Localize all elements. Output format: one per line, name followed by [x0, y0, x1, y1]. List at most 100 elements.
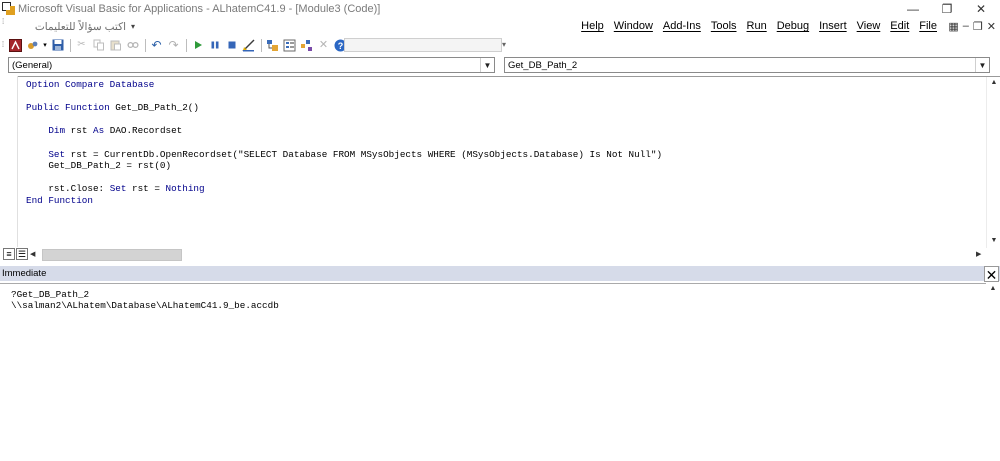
code-line[interactable]: Set rst = CurrentDb.OpenRecordset("SELEC…: [26, 149, 662, 161]
code-text: rst = CurrentDb.OpenRecordset("SELECT Da…: [65, 148, 663, 160]
cut-icon[interactable]: ✂: [74, 38, 89, 53]
immediate-line: \\salman2\ALhatem\Database\ALhatemC41.9_…: [11, 300, 279, 311]
object-browser-icon[interactable]: [299, 38, 314, 53]
break-icon[interactable]: [207, 38, 222, 53]
code-line[interactable]: Get_DB_Path_2 = rst(0): [26, 160, 662, 172]
code-line[interactable]: Dim rst As DAO.Recordset: [26, 125, 662, 137]
toolbar-separator: [261, 38, 262, 52]
procedure-combo-value: Get_DB_Path_2: [508, 59, 578, 71]
margin-indicator-bar[interactable]: [6, 76, 18, 247]
procedure-view-button[interactable]: ≡: [3, 248, 15, 260]
run-icon[interactable]: [190, 38, 205, 53]
scroll-right-icon[interactable]: ▶: [976, 249, 986, 261]
restore-icon: ❐: [941, 2, 953, 16]
code-text: rst =: [126, 183, 166, 195]
design-mode-icon[interactable]: [241, 38, 256, 53]
menu-add-ins[interactable]: Add-Ins: [658, 20, 706, 32]
insert-module-icon[interactable]: [25, 38, 40, 53]
close-icon: ✕: [975, 2, 987, 16]
project-explorer-icon[interactable]: [265, 38, 280, 53]
view-buttons: ≡ ☰: [3, 248, 31, 260]
chevron-down-icon[interactable]: ▾: [42, 38, 48, 53]
code-keyword: End Function: [26, 194, 93, 206]
scroll-up-icon[interactable]: ▲: [988, 284, 998, 294]
close-button[interactable]: ✕: [964, 0, 998, 18]
scroll-down-icon[interactable]: ▼: [989, 236, 999, 246]
code-text: rst.Close:: [26, 183, 110, 195]
menu-insert[interactable]: Insert: [814, 20, 852, 32]
toolbar-options-icon[interactable]: ▾: [502, 40, 510, 54]
svg-text:?: ?: [338, 41, 344, 51]
mdi-controls: ▦ – ❐ ✕: [948, 20, 996, 33]
code-window-icon[interactable]: ▦: [948, 20, 958, 33]
code-vertical-scrollbar[interactable]: ▲ ▼: [986, 77, 1000, 248]
code-horizontal-scrollbar[interactable]: ◀ ▶: [30, 249, 986, 261]
code-keyword: Set: [109, 183, 127, 195]
object-combo-value: (General): [12, 59, 53, 71]
chevron-down-icon[interactable]: ▾: [128, 22, 138, 31]
copy-icon[interactable]: [91, 38, 106, 53]
full-module-view-button[interactable]: ☰: [16, 248, 28, 260]
toolbar-separator: [70, 38, 71, 52]
help-question-box[interactable]: ⁞ اكتب سؤالاً للتعليمات ▾: [2, 18, 138, 34]
code-text: DAO.Recordset: [104, 125, 183, 137]
immediate-vertical-scrollbar[interactable]: ▲: [986, 283, 1000, 461]
code-keyword: Dim: [48, 125, 66, 137]
code-editor[interactable]: Option Compare Database Public Function …: [26, 79, 662, 207]
menu-edit[interactable]: Edit: [885, 20, 914, 32]
code-line[interactable]: [26, 137, 662, 149]
chevron-down-icon[interactable]: ▼: [975, 58, 989, 72]
scroll-up-icon[interactable]: ▲: [989, 78, 999, 88]
scroll-left-icon[interactable]: ◀: [30, 249, 40, 261]
menu-run[interactable]: Run: [742, 20, 772, 32]
reset-icon[interactable]: [224, 38, 239, 53]
mdi-restore-button[interactable]: ❐: [973, 20, 983, 33]
properties-icon[interactable]: [282, 38, 297, 53]
immediate-close-button[interactable]: ✕: [984, 266, 999, 283]
menu-view[interactable]: View: [852, 20, 886, 32]
immediate-line: ?Get_DB_Path_2: [11, 289, 90, 300]
code-line[interactable]: [26, 91, 662, 103]
code-line[interactable]: Option Compare Database: [26, 79, 662, 91]
toolbar-grip-icon: ⁞: [1, 40, 5, 49]
access-icon[interactable]: [8, 38, 23, 53]
menu-debug[interactable]: Debug: [772, 20, 814, 32]
immediate-window-header[interactable]: Immediate: [0, 266, 1000, 281]
save-icon[interactable]: [50, 38, 65, 53]
mdi-close-button[interactable]: ✕: [987, 20, 996, 33]
mdi-minimize-button[interactable]: –: [963, 20, 969, 33]
chevron-down-icon[interactable]: ▼: [480, 58, 494, 72]
code-line[interactable]: rst.Close: Set rst = Nothing: [26, 183, 662, 195]
undo-icon[interactable]: ↶: [149, 38, 164, 53]
code-line[interactable]: [26, 114, 662, 126]
find-icon[interactable]: [125, 38, 140, 53]
title-bar: Microsoft Visual Basic for Applications …: [0, 0, 1000, 18]
minimize-icon: —: [907, 2, 919, 16]
help-question-input[interactable]: اكتب سؤالاً للتعليمات: [8, 21, 128, 33]
code-keyword: Set: [48, 148, 66, 160]
restore-button[interactable]: ❐: [930, 0, 964, 18]
menu-tools[interactable]: Tools: [706, 20, 742, 32]
object-combo[interactable]: (General) ▼: [8, 57, 495, 73]
redo-icon[interactable]: ↷: [166, 38, 181, 53]
menu-file[interactable]: File: [914, 20, 942, 32]
code-line[interactable]: Public Function Get_DB_Path_2(): [26, 102, 662, 114]
code-line[interactable]: [26, 172, 662, 184]
menu-items: Help Window Add-Ins Tools Run Debug Inse…: [576, 20, 942, 32]
code-text: Get_DB_Path_2(): [109, 102, 199, 114]
code-keyword: Public Function: [26, 102, 110, 114]
immediate-window-text[interactable]: ?Get_DB_Path_2 \\salman2\ALhatem\Database…: [11, 289, 279, 311]
menu-help[interactable]: Help: [576, 20, 609, 32]
minimize-button[interactable]: —: [896, 0, 930, 18]
toolbox-icon[interactable]: ✕: [316, 38, 331, 53]
procedure-combo[interactable]: Get_DB_Path_2 ▼: [504, 57, 990, 73]
code-line[interactable]: End Function: [26, 195, 662, 207]
toolbar-location-field: [344, 38, 502, 52]
scroll-thumb[interactable]: [42, 249, 182, 261]
paste-icon[interactable]: [108, 38, 123, 53]
close-icon: ✕: [985, 267, 998, 283]
code-text: rst: [65, 125, 93, 137]
code-keyword: Nothing: [165, 183, 205, 195]
menu-window[interactable]: Window: [609, 20, 658, 32]
